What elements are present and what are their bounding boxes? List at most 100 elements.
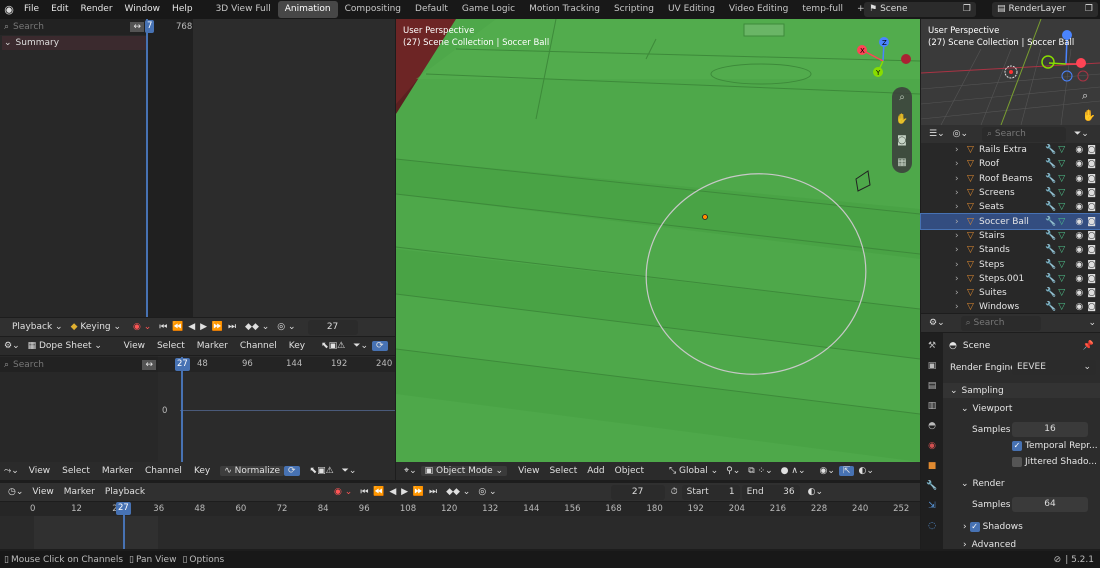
expand-arrow-icon[interactable]: › (955, 217, 965, 227)
visibility-eye-icon[interactable]: ◉ (1075, 245, 1083, 255)
visibility-eye-icon[interactable]: ◉ (1075, 260, 1083, 270)
refresh-icon[interactable]: ⟳ (284, 466, 300, 476)
3d-viewport[interactable]: User Perspective (27) Scene Collection |… (396, 19, 920, 462)
render-camera-icon[interactable]: ◙ (1087, 288, 1096, 298)
gizmo-toggle-icon[interactable]: ⇱ (838, 466, 855, 476)
render-camera-icon[interactable]: ◙ (1087, 274, 1096, 284)
shadows-checkbox[interactable]: ✓ (969, 521, 980, 532)
render-camera-icon[interactable]: ◙ (1087, 174, 1096, 184)
visibility-eye-icon[interactable]: ◉ (1075, 202, 1083, 212)
visibility-eye-icon[interactable]: ◉ (1075, 174, 1083, 184)
options-icon[interactable]: ⌄ (1084, 318, 1100, 328)
expand-arrow-icon[interactable]: › (955, 288, 965, 298)
summary-channel[interactable]: ⌄ Summary (2, 36, 146, 51)
editor-type-button[interactable]: ⚙⌄ (925, 318, 949, 328)
timeline-frame-indicator[interactable]: 27 (116, 502, 131, 515)
collapse-arrow-icon[interactable]: ⌄ (961, 404, 969, 414)
render-camera-icon[interactable]: ◙ (1087, 302, 1096, 312)
pin-icon[interactable]: 📌 (1083, 341, 1094, 351)
outliner-item[interactable]: › ▽ Suites 🔧 ▽ ◉ ◙ (921, 286, 1100, 300)
render-subpanel-header[interactable]: ⌄ Render (943, 476, 1100, 491)
filter-icon[interactable]: ⏷⌄ (1070, 129, 1093, 139)
pan-hand-icon[interactable]: ✋ (896, 114, 908, 125)
expand-arrow-icon[interactable]: › (955, 202, 965, 212)
expand-arrow-icon[interactable]: › (955, 145, 965, 155)
scene-tab-icon[interactable]: ◓ (922, 417, 942, 435)
frame-indicator[interactable]: 7 (145, 20, 155, 33)
timeline-current-frame[interactable]: 27 (610, 484, 665, 500)
dopesheet-playhead[interactable] (181, 357, 183, 462)
editor-type-button[interactable]: ⌖⌄ (400, 466, 421, 476)
temporal-checkbox[interactable]: ✓ (1012, 440, 1022, 451)
overlay-toggle-icon[interactable]: ◐⌄ (854, 466, 877, 476)
end-frame-field[interactable]: End 36 (741, 484, 800, 500)
start-frame-field[interactable]: Start 1 (681, 484, 740, 500)
keyframe-jump-controls[interactable]: ◆◆ ⌄ (241, 322, 273, 332)
viewport-samples-field[interactable]: 16 (1012, 422, 1088, 437)
visibility-icon[interactable]: ◉⌄ (816, 466, 839, 476)
editor-type-button[interactable]: ☰⌄ (925, 129, 949, 139)
blender-logo-icon[interactable]: ◉ (0, 3, 18, 16)
outliner-item[interactable]: › ▽ Stands 🔧 ▽ ◉ ◙ (921, 243, 1100, 257)
advanced-panel-header[interactable]: › Advanced (943, 537, 1100, 550)
tool-tab-icon[interactable]: ⚒ (922, 337, 942, 355)
playback-menu[interactable]: Playback ⌄ (8, 322, 67, 332)
visibility-eye-icon[interactable]: ◉ (1075, 159, 1083, 169)
visibility-eye-icon[interactable]: ◉ (1075, 145, 1083, 155)
graph-area[interactable] (146, 19, 193, 317)
render-samples-field[interactable]: 64 (1012, 497, 1088, 512)
properties-search-input[interactable]: ⌕ Search (960, 315, 1041, 331)
outliner-item[interactable]: › ▽ Soccer Ball 🔧 ▽ ◉ ◙ (920, 213, 1100, 230)
display-mode-icon[interactable]: ◎⌄ (949, 129, 972, 139)
sampling-panel-header[interactable]: ⌄ Sampling (943, 383, 1100, 398)
filter-icon[interactable]: ⏷⌄ (338, 466, 361, 476)
sync-icon[interactable]: ◎ ⌄ (474, 487, 500, 497)
zoom-icon[interactable]: ⌕ (1082, 89, 1088, 103)
visibility-eye-icon[interactable]: ◉ (1075, 217, 1083, 227)
expand-arrow-icon[interactable]: › (963, 540, 967, 550)
menu-help[interactable]: Help (166, 0, 199, 19)
zoom-icon[interactable]: ⌕ (899, 92, 905, 103)
stopwatch-icon[interactable]: ⏱ (667, 487, 682, 497)
graph-menu-channel[interactable]: Channel (139, 466, 188, 476)
playback-controls[interactable]: ⏮ ⏪ ◀ ▶ ⏩ ⏭ (155, 322, 241, 332)
render-camera-icon[interactable]: ◙ (1087, 159, 1096, 169)
pivot-icon[interactable]: ⚲⌄ (722, 466, 744, 476)
viewport-subpanel-header[interactable]: ⌄ Viewport (943, 401, 1100, 416)
tab-game-logic[interactable]: Game Logic (455, 1, 522, 18)
swap-icon[interactable]: ↔ (142, 359, 156, 370)
expand-arrow-icon[interactable]: › (963, 522, 967, 532)
expand-arrow-icon[interactable]: › (955, 274, 965, 284)
dopesheet-menu-channel[interactable]: Channel (234, 341, 283, 351)
menu-file[interactable]: File (18, 0, 45, 19)
outliner-item[interactable]: › ▽ Steps.001 🔧 ▽ ◉ ◙ (921, 272, 1100, 286)
render-camera-icon[interactable]: ◙ (1087, 145, 1096, 155)
tab-compositing[interactable]: Compositing (338, 1, 408, 18)
visibility-eye-icon[interactable]: ◉ (1075, 188, 1083, 198)
visibility-eye-icon[interactable]: ◉ (1075, 288, 1083, 298)
record-button[interactable]: ◉ ⌄ (330, 487, 356, 497)
record-button[interactable]: ◉ ⌄ (129, 322, 155, 332)
copy-icon[interactable]: ❐ (963, 2, 971, 17)
timeline-menu-playback[interactable]: Playback (100, 487, 150, 497)
camera-viewport[interactable]: User Perspective (27) Scene Collection |… (921, 19, 1100, 125)
timeline-menu-marker[interactable]: Marker (59, 487, 100, 497)
shadows-panel-header[interactable]: › ✓ Shadows (943, 519, 1100, 534)
normalize-toggle[interactable]: ∿ Normalize (220, 466, 284, 476)
proportional-icon[interactable]: ● ∧⌄ (777, 466, 810, 476)
timeline-menu-view[interactable]: View (27, 487, 58, 497)
tab-temp-full[interactable]: temp-full (795, 1, 850, 18)
menu-window[interactable]: Window (119, 0, 167, 19)
swap-icon[interactable]: ↔ (130, 22, 144, 32)
grid-icon[interactable]: ▦ (897, 157, 906, 168)
outliner-item[interactable]: › ▽ Screens 🔧 ▽ ◉ ◙ (921, 186, 1100, 200)
navigation-gizmo[interactable]: Z X Y (856, 34, 916, 94)
graph-menu-marker[interactable]: Marker (96, 466, 139, 476)
object-tab-icon[interactable]: ■ (922, 457, 942, 475)
expand-arrow-icon[interactable]: ⌄ (4, 38, 12, 48)
tab-motion-tracking[interactable]: Motion Tracking (522, 1, 607, 18)
filter-icon[interactable]: ⏷⌄ (349, 341, 372, 351)
keying-menu[interactable]: ◆ Keying ⌄ (67, 322, 125, 332)
menu-render[interactable]: Render (75, 0, 119, 19)
expand-arrow-icon[interactable]: › (955, 159, 965, 169)
